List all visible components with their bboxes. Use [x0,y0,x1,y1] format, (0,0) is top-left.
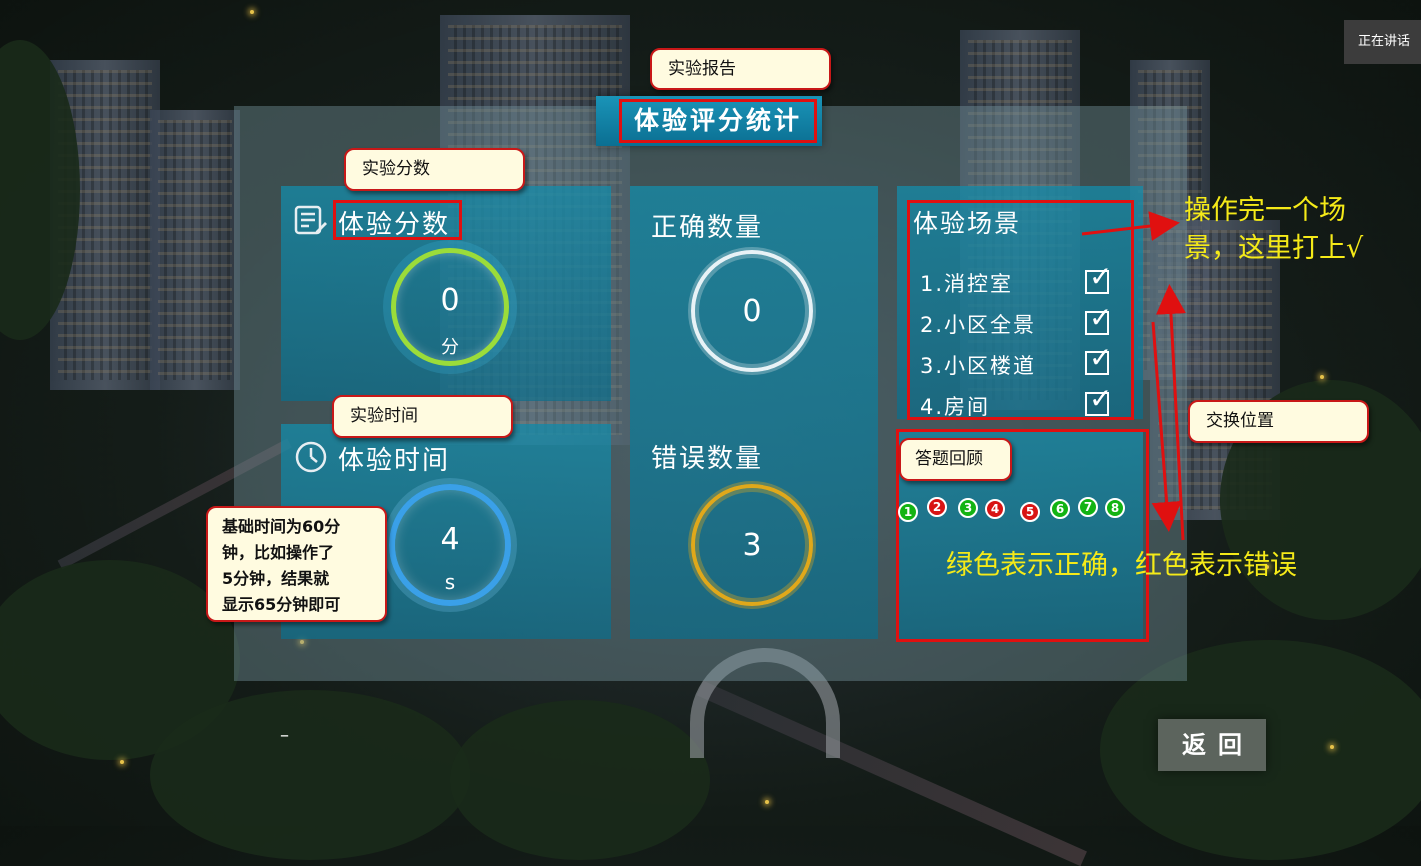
scene-item-label: 1.消控室 [920,272,1014,296]
time-note-line: 显示65分钟即可 [222,595,341,614]
scene-note-line: 景，这里打上√ [1184,233,1364,264]
check-icon: ✓ [1089,382,1113,415]
callout-report: 实验报告 [650,48,831,90]
scene-checkbox[interactable]: ✓ [1085,263,1112,294]
clock-icon [294,440,328,478]
scene-note-line: 操作完一个场 [1184,195,1346,226]
scene-checkbox[interactable]: ✓ [1085,344,1112,375]
scene-item-label: 2.小区全景 [920,313,1037,337]
scene-item-label: 3.小区楼道 [920,354,1037,378]
check-icon: ✓ [1089,341,1113,374]
time-ring: 4 s [389,484,511,606]
time-note-line: 基础时间为60分 [222,517,341,536]
building [150,110,240,390]
scene-checkbox[interactable]: ✓ [1085,385,1112,416]
callout-time-note: 基础时间为60分 钟，比如操作了 5分钟，结果就 显示65分钟即可 [206,506,387,622]
wrong-count-ring: 3 [691,484,813,606]
time-note-line: 钟，比如操作了 [222,543,335,562]
street-light [1330,745,1334,749]
answer-dot[interactable]: 4 [985,499,1005,519]
tree [150,690,470,860]
answer-dot[interactable]: 7 [1078,497,1098,517]
callout-swap: 交换位置 [1188,400,1369,443]
street-light [765,800,769,804]
callout-score: 实验分数 [344,148,525,191]
edit-list-icon [294,205,328,241]
check-icon: ✓ [1089,260,1113,293]
color-legend-note: 绿色表示正确，红色表示错误 [946,550,1297,581]
time-value: 4 [440,522,460,557]
score-label-highlight [333,200,462,240]
wrong-count-label: 错误数量 [651,444,764,474]
check-icon: ✓ [1089,301,1113,334]
back-button[interactable]: 返回 [1158,719,1266,771]
street-light [250,10,254,14]
answer-dot[interactable]: 5 [1020,502,1040,522]
score-unit: 分 [441,337,459,358]
score-value: 0 [440,283,460,318]
tree [450,700,710,860]
correct-count-ring: 0 [691,250,813,372]
answer-dot[interactable]: 3 [958,498,978,518]
scene-checkbox[interactable]: ✓ [1085,304,1112,335]
answer-dot[interactable]: 1 [898,502,918,522]
callout-time: 实验时间 [332,395,513,438]
time-note-line: 5分钟，结果就 [222,569,330,588]
wrong-count-value: 3 [742,528,762,563]
answer-dot[interactable]: 8 [1105,498,1125,518]
scene-item-label: 4.房间 [920,395,991,419]
street-light [120,760,124,764]
time-unit: s [444,570,456,594]
page-title: 体验评分统计 [619,99,817,143]
speaking-indicator: 正在讲话 [1344,20,1421,64]
correct-count-value: 0 [742,294,762,329]
scene-check-note: 操作完一个场 景，这里打上√ [1184,192,1363,268]
time-label: 体验时间 [338,446,451,476]
answer-dot[interactable]: 2 [927,497,947,517]
score-ring: 0 分 [391,248,509,366]
answer-dot[interactable]: 6 [1050,499,1070,519]
cursor-mark: – [280,725,289,746]
street-light [1320,375,1324,379]
correct-count-label: 正确数量 [651,213,764,243]
callout-review: 答题回顾 [899,438,1012,481]
